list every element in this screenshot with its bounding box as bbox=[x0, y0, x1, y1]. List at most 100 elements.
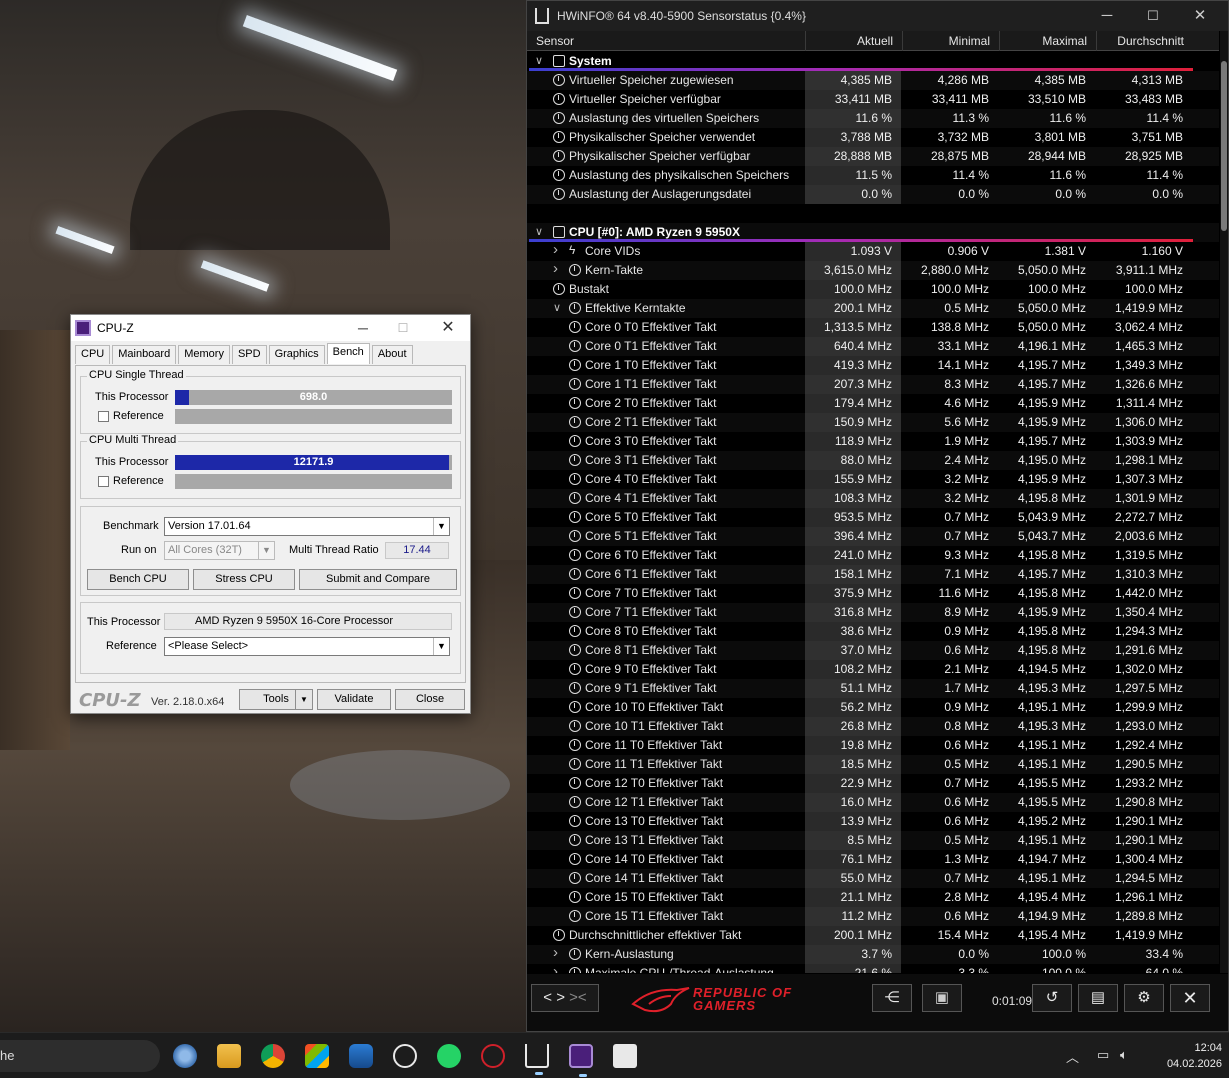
sensor-row[interactable]: › Maximale CPU-/Thread-Auslastung 21.6 % 3.… bbox=[527, 963, 1219, 973]
chevron-right-icon[interactable]: › bbox=[553, 944, 558, 961]
chevron-down-icon[interactable]: ∨ bbox=[553, 301, 561, 314]
stress-cpu-button[interactable]: Stress CPU bbox=[193, 569, 295, 590]
chevron-right-icon[interactable]: > bbox=[556, 989, 565, 1006]
settings-gear-icon[interactable] bbox=[173, 1044, 197, 1068]
sensor-group-row[interactable]: ∨ CPU [#0]: AMD Ryzen 9 5950X bbox=[527, 223, 1219, 242]
minimize-button[interactable]: ─ bbox=[1094, 6, 1120, 26]
sensor-row[interactable]: Core 8 T0 Effektiver Takt 38.6 MHz 0.9 MHz… bbox=[527, 622, 1219, 641]
sensor-row[interactable]: Auslastung der Auslagerungsdatei 0.0 % 0.0… bbox=[527, 185, 1219, 204]
store-icon[interactable] bbox=[305, 1044, 329, 1068]
sensor-row[interactable]: Core 13 T0 Effektiver Takt 13.9 MHz 0.6 MH… bbox=[527, 812, 1219, 831]
close-icon[interactable]: ✕ bbox=[436, 319, 460, 337]
sensor-row[interactable]: Core 15 T1 Effektiver Takt 11.2 MHz 0.6 MH… bbox=[527, 907, 1219, 926]
sensor-row[interactable]: Core 12 T0 Effektiver Takt 22.9 MHz 0.7 MH… bbox=[527, 774, 1219, 793]
tab-graphics[interactable]: Graphics bbox=[268, 345, 325, 364]
sensor-row[interactable]: Core 1 T1 Effektiver Takt 207.3 MHz 8.3 MH… bbox=[527, 375, 1219, 394]
sensor-row[interactable]: Core 2 T0 Effektiver Takt 179.4 MHz 4.6 MH… bbox=[527, 394, 1219, 413]
tab-memory[interactable]: Memory bbox=[178, 345, 230, 364]
sensor-row[interactable]: Core 2 T1 Effektiver Takt 150.9 MHz 5.6 MH… bbox=[527, 413, 1219, 432]
submit-and-compare-button[interactable]: Submit and Compare bbox=[299, 569, 457, 590]
sensor-scrollbar[interactable] bbox=[1220, 31, 1228, 973]
tab-cpu[interactable]: CPU bbox=[75, 345, 111, 364]
sensor-row[interactable]: Core 5 T1 Effektiver Takt 396.4 MHz 0.7 MH… bbox=[527, 527, 1219, 546]
close-sensors-button[interactable]: ✕ bbox=[1170, 984, 1210, 1012]
hwinfo-taskbar-icon[interactable] bbox=[525, 1044, 549, 1075]
sensor-row[interactable]: Physikalischer Speicher verwendet 3,788 M… bbox=[527, 128, 1219, 147]
single-reference-checkbox[interactable] bbox=[98, 411, 109, 422]
sensor-row[interactable]: Core 15 T0 Effektiver Takt 21.1 MHz 2.8 MH… bbox=[527, 888, 1219, 907]
cpu-burn-icon[interactable]: ▣ bbox=[922, 984, 962, 1012]
tab-spd[interactable]: SPD bbox=[231, 345, 267, 364]
volume-icon[interactable]: 🔈︎ bbox=[1120, 1047, 1128, 1063]
chevron-right-icon[interactable]: › bbox=[553, 963, 558, 973]
chevron-left-right-icon[interactable]: >< bbox=[569, 989, 587, 1006]
taskbar-search-input[interactable]: he bbox=[0, 1040, 160, 1072]
sensor-row[interactable]: Core 6 T0 Effektiver Takt 241.0 MHz 9.3 MH… bbox=[527, 546, 1219, 565]
bench-cpu-button[interactable]: Bench CPU bbox=[87, 569, 189, 590]
multi-reference-checkbox[interactable] bbox=[98, 476, 109, 487]
tools-dropdown-button[interactable]: ▼ bbox=[295, 689, 313, 710]
minimize-button[interactable]: ─ bbox=[351, 319, 375, 337]
cpuz-taskbar-icon[interactable] bbox=[569, 1044, 593, 1077]
benchmark-version-select[interactable]: Version 17.01.64 ▼ bbox=[164, 517, 450, 536]
chatgpt-icon[interactable] bbox=[393, 1044, 417, 1068]
sensor-row[interactable]: Core 8 T1 Effektiver Takt 37.0 MHz 0.6 MHz… bbox=[527, 641, 1219, 660]
chevron-up-icon[interactable]: ︿ bbox=[1066, 1047, 1079, 1066]
sensor-row[interactable]: Core 9 T0 Effektiver Takt 108.2 MHz 2.1 MH… bbox=[527, 660, 1219, 679]
close-button[interactable]: Close bbox=[395, 689, 465, 710]
col-header-durchschnitt[interactable]: Durchschnitt bbox=[1096, 31, 1193, 51]
chevron-right-icon[interactable]: › bbox=[553, 241, 558, 258]
col-header-maximal[interactable]: Maximal bbox=[999, 31, 1096, 51]
reference-select[interactable]: <Please Select> ▼ bbox=[164, 637, 450, 656]
tab-mainboard[interactable]: Mainboard bbox=[112, 345, 177, 364]
settings-gear-icon[interactable]: ⚙ bbox=[1124, 984, 1164, 1012]
sensor-row[interactable]: Core 0 T1 Effektiver Takt 640.4 MHz 33.1 M… bbox=[527, 337, 1219, 356]
sensor-row[interactable]: ∨ Effektive Kerntakte 200.1 MHz 0.5 MHz 5,05… bbox=[527, 299, 1219, 318]
app-icon[interactable] bbox=[613, 1044, 637, 1068]
maximize-button[interactable]: ☐ bbox=[1140, 6, 1166, 26]
reset-icon[interactable]: ↺ bbox=[1032, 984, 1072, 1012]
sensor-row[interactable]: Core 14 T1 Effektiver Takt 55.0 MHz 0.7 MH… bbox=[527, 869, 1219, 888]
sensor-row[interactable]: Core 6 T1 Effektiver Takt 158.1 MHz 7.1 MH… bbox=[527, 565, 1219, 584]
sensor-row[interactable]: › ϟ Core VIDs 1.093 V 0.906 V 1.381 V 1.160 V bbox=[527, 241, 1219, 261]
sensor-scrollbar-thumb[interactable] bbox=[1221, 61, 1227, 231]
chevron-down-icon[interactable]: ∨ bbox=[535, 54, 543, 67]
sensor-group-row[interactable]: ∨ System bbox=[527, 52, 1219, 71]
sensor-row[interactable]: › Kern-Takte 3,615.0 MHz 2,880.0 MHz 5,050.0… bbox=[527, 260, 1219, 280]
sensor-row[interactable]: Core 11 T0 Effektiver Takt 19.8 MHz 0.6 MH… bbox=[527, 736, 1219, 755]
sensor-row[interactable]: Core 5 T0 Effektiver Takt 953.5 MHz 0.7 MH… bbox=[527, 508, 1219, 527]
sensor-row[interactable]: Auslastung des physikalischen Speichers 1… bbox=[527, 166, 1219, 185]
file-explorer-icon[interactable] bbox=[217, 1044, 241, 1068]
col-header-minimal[interactable]: Minimal bbox=[902, 31, 999, 51]
sensor-row[interactable]: Core 9 T1 Effektiver Takt 51.1 MHz 1.7 MHz… bbox=[527, 679, 1219, 698]
mail-icon[interactable] bbox=[349, 1044, 373, 1068]
whatsapp-icon[interactable] bbox=[437, 1044, 461, 1068]
sensor-row[interactable]: Core 1 T0 Effektiver Takt 419.3 MHz 14.1 M… bbox=[527, 356, 1219, 375]
sensor-row[interactable]: Core 7 T0 Effektiver Takt 375.9 MHz 11.6 M… bbox=[527, 584, 1219, 603]
sensor-row[interactable]: Core 12 T1 Effektiver Takt 16.0 MHz 0.6 MH… bbox=[527, 793, 1219, 812]
cpuz-titlebar[interactable]: CPU-Z ─ ☐ ✕ bbox=[71, 315, 470, 341]
tab-bench[interactable]: Bench bbox=[326, 343, 370, 364]
sensor-row[interactable]: Bustakt 100.0 MHz 100.0 MHz 100.0 MHz 100.0 … bbox=[527, 280, 1219, 299]
sensor-row[interactable]: Durchschnittlicher effektiver Takt 200.1 … bbox=[527, 926, 1219, 945]
sensor-row[interactable]: Core 10 T1 Effektiver Takt 26.8 MHz 0.8 MH… bbox=[527, 717, 1219, 736]
sensor-row[interactable]: Core 4 T1 Effektiver Takt 108.3 MHz 3.2 MH… bbox=[527, 489, 1219, 508]
armoury-crate-icon[interactable] bbox=[481, 1044, 505, 1068]
close-icon[interactable]: ✕ bbox=[1187, 6, 1213, 26]
run-on-select[interactable]: All Cores (32T) ▼ bbox=[164, 541, 275, 560]
sensor-row[interactable]: Core 7 T1 Effektiver Takt 316.8 MHz 8.9 MH… bbox=[527, 603, 1219, 622]
col-header-sensor[interactable]: Sensor bbox=[527, 31, 805, 51]
sensor-row[interactable]: Core 3 T1 Effektiver Takt 88.0 MHz 2.4 MHz… bbox=[527, 451, 1219, 470]
sensor-row[interactable]: Core 11 T1 Effektiver Takt 18.5 MHz 0.5 MH… bbox=[527, 755, 1219, 774]
sensor-row[interactable]: Core 3 T0 Effektiver Takt 118.9 MHz 1.9 MH… bbox=[527, 432, 1219, 451]
sensor-row[interactable]: Core 4 T0 Effektiver Takt 155.9 MHz 3.2 MH… bbox=[527, 470, 1219, 489]
network-icon[interactable]: ▭ bbox=[1097, 1047, 1109, 1063]
network-share-icon[interactable]: ⋲ bbox=[872, 984, 912, 1012]
report-icon[interactable]: ▤ bbox=[1078, 984, 1118, 1012]
chevron-left-icon[interactable]: < bbox=[543, 989, 552, 1006]
maximize-button[interactable]: ☐ bbox=[391, 319, 415, 337]
sensor-row[interactable]: Physikalischer Speicher verfügbar 28,888 … bbox=[527, 147, 1219, 166]
sensor-row[interactable]: Core 13 T1 Effektiver Takt 8.5 MHz 0.5 MHz… bbox=[527, 831, 1219, 850]
sensor-row[interactable]: › Kern-Auslastung 3.7 % 0.0 % 100.0 % 33.4 % bbox=[527, 944, 1219, 964]
sensor-row[interactable]: Virtueller Speicher verfügbar 33,411 MB 33… bbox=[527, 90, 1219, 109]
